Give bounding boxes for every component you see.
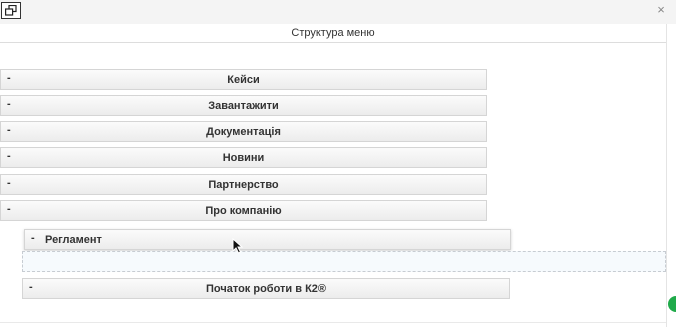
menu-item[interactable]: - Документація [0,121,487,142]
collapse-toggle[interactable]: - [31,232,35,244]
mouse-pointer-icon [232,238,243,254]
menu-item-child[interactable]: - Початок роботи в К2® [22,278,510,299]
menu-item-label: Завантажити [208,100,279,112]
panel-bottom-border [0,322,666,323]
menu-item-label: Регламент [45,234,102,246]
menu-item-label: Кейси [227,74,260,86]
dragged-menu-item[interactable]: - Регламент [24,229,511,250]
page-title: Структура меню [291,27,375,39]
menu-item-label: Документація [206,126,281,138]
close-icon[interactable]: × [655,3,667,17]
menu-item-label: Новини [222,152,265,164]
menu-item[interactable]: - Кейси [0,69,487,90]
status-badge[interactable] [668,296,676,312]
menu-item[interactable]: - Партнерство [0,174,487,195]
menu-item-label: Про компанію [205,205,282,217]
panel-right-border [666,24,667,327]
menu-item-label: Партнерство [208,179,279,191]
drop-placeholder[interactable] [22,251,666,272]
title-divider [0,42,666,43]
menu-item-label: Початок роботи в К2® [205,283,327,295]
menu-item[interactable]: - Завантажити [0,95,487,116]
window-titlebar: × [0,0,676,24]
menu-item[interactable]: - Новини [0,147,487,168]
restore-window-icon [5,5,17,16]
menu-item[interactable]: - Про компанію [0,200,487,221]
restore-window-button[interactable] [1,2,21,19]
